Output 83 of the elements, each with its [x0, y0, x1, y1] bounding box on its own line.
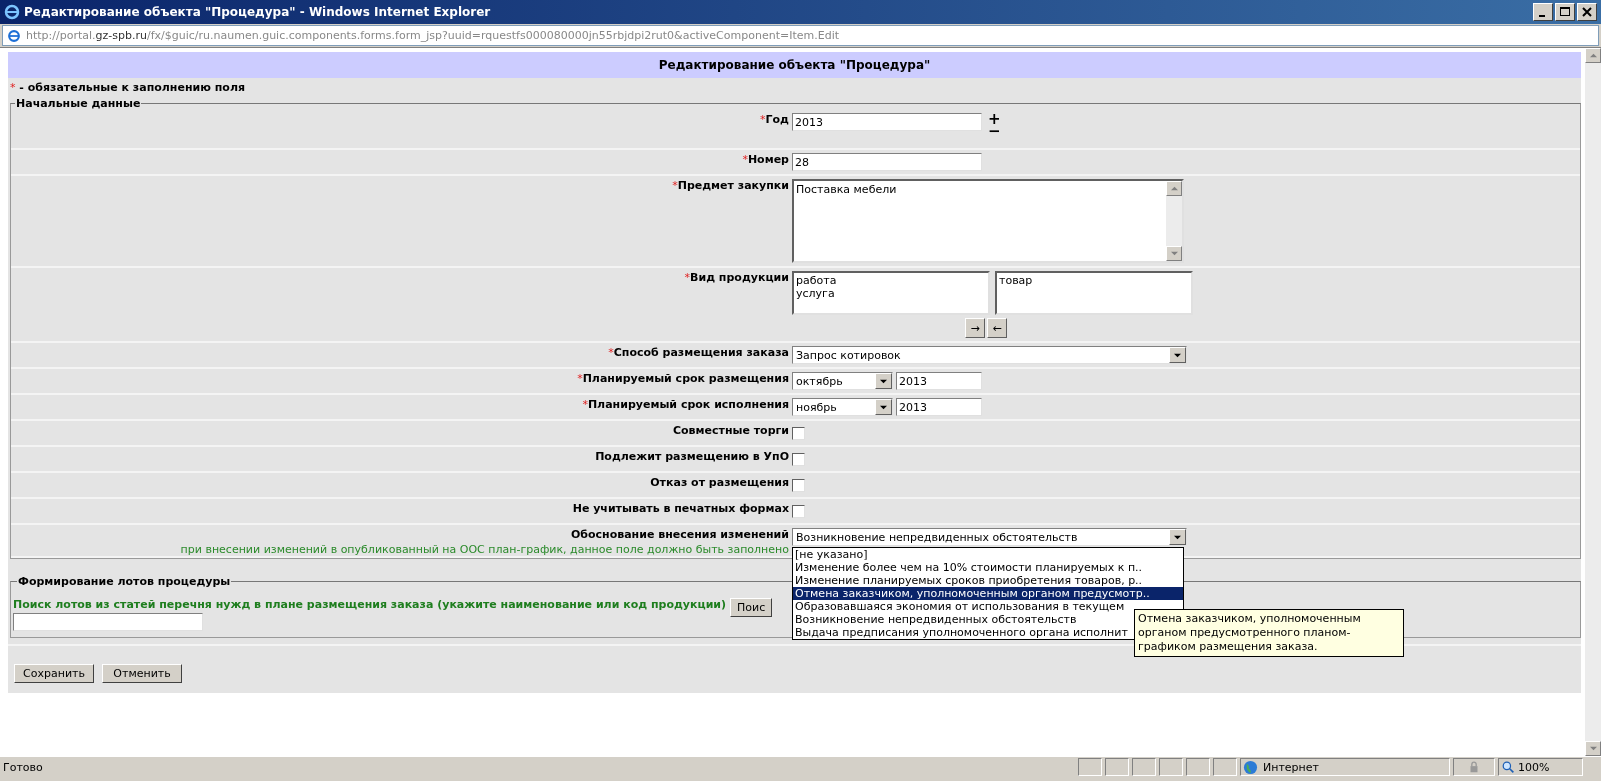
down-arrow-icon — [1170, 250, 1178, 257]
decrement-button[interactable]: − — [988, 125, 1001, 137]
dropdown-option[interactable]: [не указано] — [793, 548, 1183, 561]
field-label: Совместные торги — [672, 424, 789, 437]
field-label: *Планируемый срок размещения — [577, 372, 789, 385]
text-area[interactable]: Поставка мебели — [792, 179, 1184, 263]
status-panel — [1132, 758, 1156, 776]
dropdown-option[interactable]: Изменение планируемых сроков приобретения товаров, р.. — [793, 574, 1183, 587]
field-label: Обоснование внесения изменений — [570, 528, 789, 541]
close-icon[interactable] — [1577, 3, 1597, 21]
url-text: http://portal.gz-spb.ru/fx/$guic/ru.naumen.guic.components.forms.form_jsp?uuid=rquestfs000080000jn55rbjdpi2rut0&activeComponent=Item.Edit — [26, 29, 840, 42]
field-label: *Год — [760, 113, 789, 126]
dropdown-option[interactable]: Отмена заказчиком, уполномоченным органом предусмотр.. — [793, 587, 1183, 600]
hint-text: при внесении изменений в опубликованный на ООС план-график, данное поле должно быть заполнено — [180, 542, 789, 556]
up-arrow-icon — [1589, 52, 1597, 59]
caret-icon — [880, 377, 887, 385]
year-field[interactable]: 2013 — [896, 398, 982, 416]
text-field[interactable]: 28 — [792, 153, 982, 171]
field-label: Отказ от размещения — [650, 476, 789, 489]
globe-icon — [1243, 759, 1258, 775]
minimize-icon[interactable] — [1533, 3, 1553, 21]
scroll-up-button[interactable] — [1166, 181, 1182, 196]
status-panel — [1078, 758, 1102, 776]
required-note: * - обязательные к заполнению поля — [9, 80, 247, 96]
form-header: Редактирование объекта "Процедура" — [8, 52, 1581, 78]
field-label: *Планируемый срок исполнения — [582, 398, 789, 411]
increment-button[interactable]: + — [988, 113, 1001, 125]
chosen-list[interactable]: товар — [995, 271, 1193, 315]
scroll-down-button[interactable] — [1585, 741, 1601, 756]
field-label: Не учитывать в печатных формах — [572, 502, 789, 515]
section-legend: Формирование лотов процедуры — [17, 575, 232, 588]
scroll-up-button[interactable] — [1585, 48, 1601, 63]
search-button[interactable]: Поис — [730, 598, 773, 617]
year-field[interactable]: 2013 — [792, 113, 982, 131]
scrollbar[interactable] — [1585, 48, 1601, 756]
field-label: *Предмет закупки — [672, 179, 789, 192]
dropdown-option[interactable]: Изменение более чем на 10% стоимости планируемых к п.. — [793, 561, 1183, 574]
status-panel — [1213, 758, 1237, 776]
field-label: *Способ размещения заказа — [608, 346, 789, 359]
status-panel — [1105, 758, 1129, 776]
field-label: *Номер — [742, 153, 789, 166]
scrollbar[interactable] — [1166, 181, 1182, 261]
checkbox[interactable] — [792, 453, 805, 466]
scroll-down-button[interactable] — [1166, 246, 1182, 261]
dropdown-arrow-button[interactable] — [1169, 529, 1186, 545]
month-dropdown[interactable]: ноябрь — [792, 398, 893, 416]
zoom-control[interactable]: 100% — [1498, 758, 1583, 776]
tooltip: Отмена заказчиком, уполномоченным органом предусмотренного планом-графиком размещения заказа. — [1134, 609, 1404, 657]
dropdown-arrow-button[interactable] — [1169, 347, 1186, 363]
caret-icon — [1174, 351, 1181, 359]
status-panel — [1159, 758, 1183, 776]
move-right-button[interactable]: → — [965, 318, 985, 338]
dropdown-arrow-button[interactable] — [875, 399, 892, 415]
window-title: Редактирование объекта "Процедура" - Windows Internet Explorer — [24, 5, 492, 19]
dropdown-arrow-button[interactable] — [875, 373, 892, 389]
checkbox[interactable] — [792, 427, 805, 440]
search-field[interactable] — [13, 613, 203, 631]
zone-text: Интернет — [1263, 760, 1319, 774]
save-button[interactable]: Сохранить — [14, 664, 94, 683]
maximize-icon[interactable] — [1555, 3, 1575, 21]
dropdown[interactable]: Запрос котировок — [792, 346, 1187, 364]
search-label: Поиск лотов из статей перечня нужд в плане размещения заказа (укажите наименование или код продукции) — [13, 598, 727, 611]
dropdown[interactable]: Возникновение непредвиденных обстоятельств — [792, 528, 1187, 546]
status-text: Готово — [2, 760, 44, 774]
checkbox[interactable] — [792, 505, 805, 518]
month-dropdown[interactable]: октябрь — [792, 372, 893, 390]
field-label: Подлежит размещению в УпО — [595, 450, 789, 463]
browser-logo-icon — [4, 4, 20, 20]
up-arrow-icon — [1170, 185, 1178, 192]
address-bar[interactable]: http://portal.gz-spb.ru/fx/$guic/ru.naumen.guic.components.forms.form_jsp?uuid=rquestfs000080000jn55rbjdpi2rut0&activeComponent=Item.Edit — [2, 25, 1599, 46]
checkbox[interactable] — [792, 479, 805, 492]
move-left-button[interactable]: ← — [987, 318, 1007, 338]
page-icon — [7, 28, 21, 43]
available-list[interactable]: работа услуга — [792, 271, 990, 315]
status-panel — [1186, 758, 1210, 776]
caret-icon — [1174, 533, 1181, 541]
year-field[interactable]: 2013 — [896, 372, 982, 390]
cancel-button[interactable]: Отменить — [102, 664, 182, 683]
field-label: *Вид продукции — [684, 271, 789, 284]
section-legend: Начальные данные — [15, 97, 142, 110]
down-arrow-icon — [1589, 745, 1597, 752]
caret-icon — [880, 403, 887, 411]
zoom-icon — [1502, 760, 1515, 774]
